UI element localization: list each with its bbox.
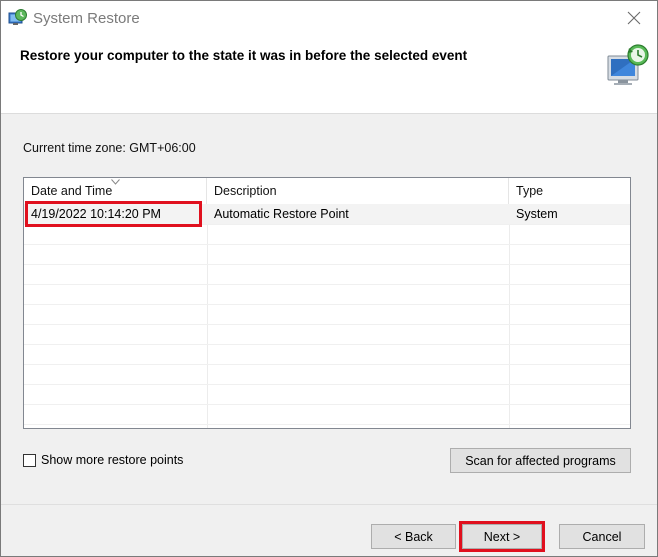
empty-row — [24, 324, 630, 345]
restore-monitor-icon — [607, 44, 649, 85]
timezone-label: Current time zone: GMT+06:00 — [23, 141, 196, 155]
system-restore-window: System Restore Restore your computer to … — [0, 0, 658, 557]
table-header: Date and Time Description Type — [24, 178, 630, 204]
empty-row — [24, 344, 630, 365]
cancel-button[interactable]: Cancel — [559, 524, 645, 549]
table-row[interactable]: 4/19/2022 10:14:20 PM Automatic Restore … — [24, 204, 630, 225]
title-bar[interactable]: System Restore — [1, 1, 657, 35]
footer-divider — [1, 504, 657, 505]
row-type: System — [516, 207, 558, 221]
column-header-description-label: Description — [214, 184, 277, 198]
column-header-type[interactable]: Type — [509, 178, 630, 204]
empty-row — [24, 224, 630, 245]
empty-row — [24, 384, 630, 405]
row-description: Automatic Restore Point — [214, 207, 349, 221]
empty-row — [24, 364, 630, 385]
empty-row — [24, 304, 630, 325]
show-more-label: Show more restore points — [41, 453, 184, 467]
restore-points-table[interactable]: Date and Time Description Type 4/19/2022… — [23, 177, 631, 429]
row-date: 4/19/2022 10:14:20 PM — [31, 207, 161, 221]
empty-row — [24, 284, 630, 305]
system-restore-icon — [8, 9, 27, 25]
empty-row — [24, 404, 630, 425]
next-button[interactable]: Next > — [462, 524, 542, 549]
column-header-type-label: Type — [516, 184, 544, 198]
empty-row — [24, 244, 630, 265]
close-button[interactable] — [611, 1, 657, 35]
column-header-date[interactable]: Date and Time — [24, 178, 207, 204]
close-icon — [627, 11, 641, 25]
scan-affected-programs-button[interactable]: Scan for affected programs — [450, 448, 631, 473]
sort-descending-icon — [111, 179, 120, 185]
wizard-header: Restore your computer to the state it wa… — [1, 35, 657, 114]
window-title: System Restore — [33, 10, 140, 27]
back-button[interactable]: < Back — [371, 524, 456, 549]
page-title: Restore your computer to the state it wa… — [20, 48, 468, 63]
show-more-checkbox-row[interactable]: Show more restore points — [23, 452, 183, 468]
empty-row — [24, 264, 630, 285]
show-more-checkbox[interactable] — [23, 453, 36, 467]
column-header-description[interactable]: Description — [207, 178, 509, 204]
column-header-date-label: Date and Time — [31, 184, 113, 198]
